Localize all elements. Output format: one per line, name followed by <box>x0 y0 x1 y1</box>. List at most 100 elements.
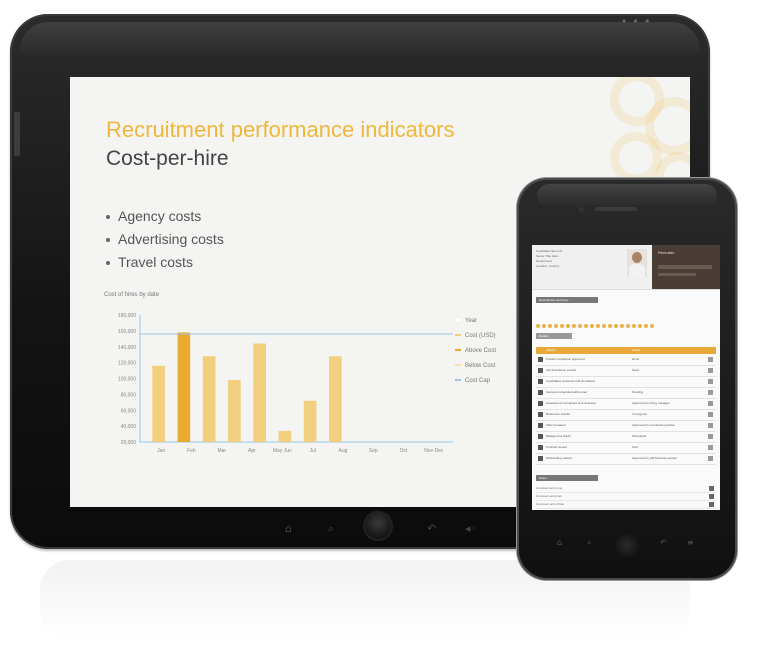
x-tick-label: Feb <box>187 448 196 454</box>
list-item-text: Comment entry three <box>536 502 565 506</box>
legend-swatch <box>455 379 461 382</box>
row-icon <box>538 412 543 417</box>
row-icon <box>538 357 543 362</box>
menu-icon[interactable] <box>708 357 713 362</box>
x-tick-label: Mar <box>217 448 226 454</box>
legend-item: Cost (USD) <box>455 329 496 344</box>
table-row[interactable]: Interview scheduled with panel Pending <box>536 388 716 399</box>
legend-label: Year <box>465 318 478 324</box>
row-label: Job description posted <box>546 368 577 372</box>
phone-screen: Candidate Name ID Senior Title Here Depa… <box>532 245 720 510</box>
bullet-item: Advertising costs <box>106 228 224 251</box>
legend-swatch <box>455 349 461 352</box>
bar-jul <box>303 400 317 442</box>
menu-icon[interactable] <box>708 390 713 395</box>
legend-label: Above Cost <box>465 348 497 354</box>
volume-icon[interactable]: ◂◦ <box>465 522 477 535</box>
legend-item: Year <box>455 314 496 329</box>
list-item[interactable]: Comment entry three <box>536 501 716 509</box>
table-row[interactable]: Assessment completed and reviewed Approve… <box>536 399 716 410</box>
phone-device: Candidate Name ID Senior Title Here Depa… <box>517 178 737 580</box>
home-icon[interactable]: ⌂ <box>285 522 292 535</box>
product-mockup: • • • Recruitment performance indicators… <box>0 0 757 657</box>
row-value: Sent <box>632 445 639 449</box>
row-icon <box>538 368 543 373</box>
menu-icon[interactable] <box>708 423 713 428</box>
column-header: Activity <box>546 348 556 352</box>
row-icon <box>538 445 543 450</box>
row-value: Approved by HR business partner <box>632 456 678 460</box>
row-value: Scheduled <box>632 434 647 438</box>
menu-icon[interactable] <box>709 486 714 491</box>
bullet-item: Agency costs <box>106 205 224 228</box>
row-label: Position requisition approved <box>546 357 585 361</box>
table-row[interactable]: Background check Scheduled <box>536 432 716 443</box>
table-row[interactable]: Reference checks In progress <box>536 410 716 421</box>
menu-icon[interactable] <box>708 434 713 439</box>
y-tick-label: 40,000 <box>121 424 137 430</box>
bar-aug <box>329 356 342 442</box>
x-tick-label: Jul <box>309 448 315 454</box>
legend-item: Cost Cap <box>455 374 496 389</box>
brand-bar <box>658 265 712 269</box>
menu-icon[interactable] <box>709 494 714 499</box>
tablet-side-button <box>14 112 20 156</box>
legend-label: Cost Cap <box>465 378 491 384</box>
table-row[interactable]: Candidates screened and shortlisted <box>536 377 716 388</box>
section-header: Recruitment summary <box>536 297 598 303</box>
legend-swatch <box>455 334 461 337</box>
list-item[interactable]: Comment entry one <box>536 485 716 493</box>
menu-icon[interactable] <box>708 368 713 373</box>
menu-icon[interactable] <box>708 412 713 417</box>
row-icon <box>538 423 543 428</box>
search-icon[interactable]: ⌕ <box>328 522 334 536</box>
menu-icon[interactable] <box>708 456 713 461</box>
chart-legend: Year Cost (USD) Above Cost Below Cost Co… <box>455 314 496 389</box>
row-label: Background check <box>546 434 571 438</box>
y-tick-label: 140,000 <box>118 345 136 351</box>
tablet-home-button[interactable] <box>363 511 393 541</box>
contact-details: Candidate Name ID Senior Title Here Depa… <box>536 249 562 269</box>
row-label: Reference checks <box>546 412 571 416</box>
back-icon[interactable]: ↶ <box>427 522 436 535</box>
table-row[interactable]: Position requisition approved Done <box>536 355 716 366</box>
bullet-icon <box>106 215 110 220</box>
table-row[interactable]: Contract issued Sent <box>536 443 716 454</box>
profile-header: Candidate Name ID Senior Title Here Depa… <box>532 245 720 290</box>
y-tick-label: 80,000 <box>121 392 137 398</box>
brand-bar <box>658 273 696 276</box>
phone-home-button[interactable] <box>615 533 639 557</box>
list-item[interactable]: Comment entry two <box>536 493 716 501</box>
legend-label: Below Cost <box>465 363 496 369</box>
bar-mar <box>202 356 216 442</box>
brand-label: Recruiter <box>658 250 675 255</box>
menu-icon[interactable] <box>708 401 713 406</box>
y-tick-label: 180,000 <box>118 313 136 319</box>
contact-line: Location, Country <box>536 264 560 268</box>
bullet-text: Advertising costs <box>118 231 224 247</box>
phone-speaker <box>595 207 637 211</box>
table-row[interactable]: Offer prepared Approved by recruitment pa… <box>536 421 716 432</box>
legend-item: Below Cost <box>455 359 496 374</box>
menu-icon[interactable]: ≡ <box>687 538 694 547</box>
brand-panel: Recruiter <box>652 245 720 289</box>
bullet-list: Agency costs Advertising costs Travel co… <box>106 205 224 274</box>
row-icon <box>538 379 543 384</box>
slide-subtitle: Cost-per-hire <box>106 147 229 170</box>
row-value: Open <box>632 368 640 372</box>
home-icon[interactable]: ⌂ <box>557 538 562 547</box>
tablet-sensor-dots: • • • <box>622 14 652 28</box>
menu-icon[interactable] <box>708 379 713 384</box>
menu-icon[interactable] <box>708 445 713 450</box>
table-row[interactable]: Onboarding started Approved by HR busines… <box>536 454 716 465</box>
bar-apr <box>228 380 241 442</box>
bullet-text: Agency costs <box>118 208 202 224</box>
bar-may <box>253 343 266 442</box>
back-icon[interactable]: ↶ <box>660 538 667 547</box>
y-tick-label: 120,000 <box>118 361 136 367</box>
menu-icon[interactable] <box>709 502 714 507</box>
y-tick-label: 20,000 <box>121 440 137 446</box>
row-value: Approved by hiring manager <box>632 401 670 405</box>
search-icon[interactable]: ⌕ <box>587 538 591 548</box>
table-row[interactable]: Job description posted Open <box>536 366 716 377</box>
